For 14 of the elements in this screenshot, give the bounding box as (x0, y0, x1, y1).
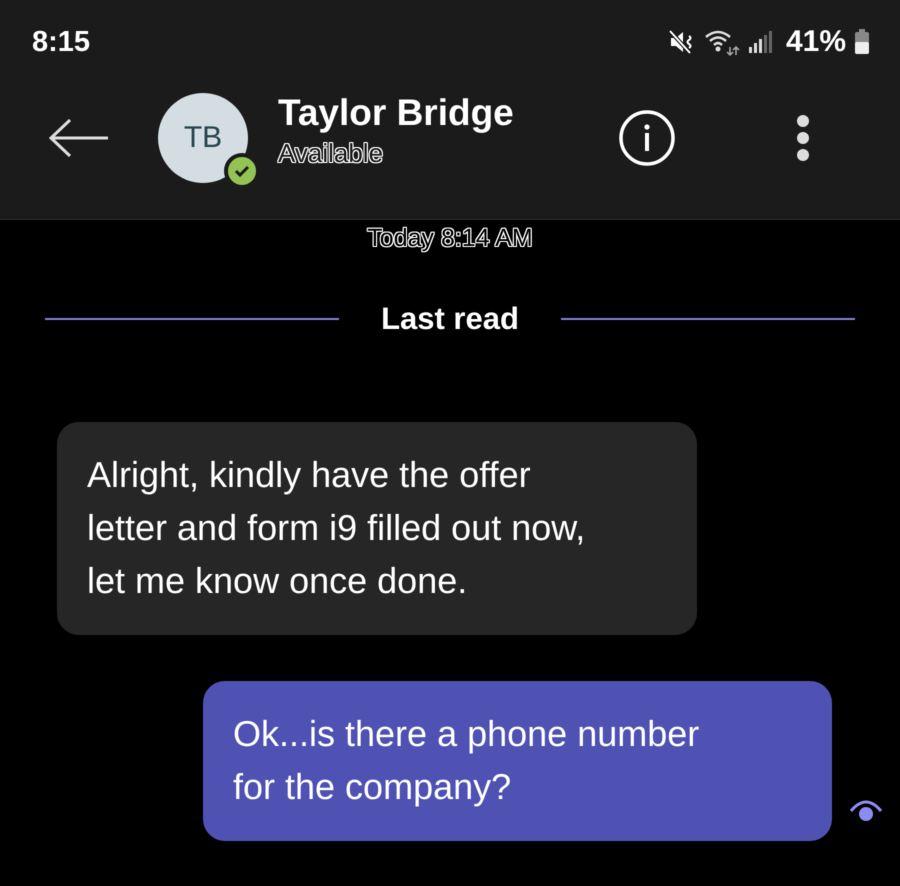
message-bubble: Alright, kindly have the offer letter and form i9 filled out now, let me know once done. (57, 422, 697, 635)
contact-name: Taylor Bridge (278, 92, 515, 134)
battery-icon (854, 29, 870, 55)
message-bubble: Ok...is there a phone number for the company? (203, 681, 832, 841)
more-options-icon[interactable] (796, 114, 810, 162)
status-text: Available (278, 138, 384, 168)
battery-percentage: 41% (786, 25, 846, 59)
last-read-label: Last read (381, 301, 519, 337)
back-arrow-icon[interactable] (48, 118, 110, 158)
status-time: 8:15 (32, 26, 90, 58)
signal-icon (748, 30, 772, 54)
avatar-initials: TB (184, 121, 222, 155)
info-icon[interactable] (618, 109, 676, 167)
message-timestamp: Today 8:14 AM (367, 224, 533, 253)
